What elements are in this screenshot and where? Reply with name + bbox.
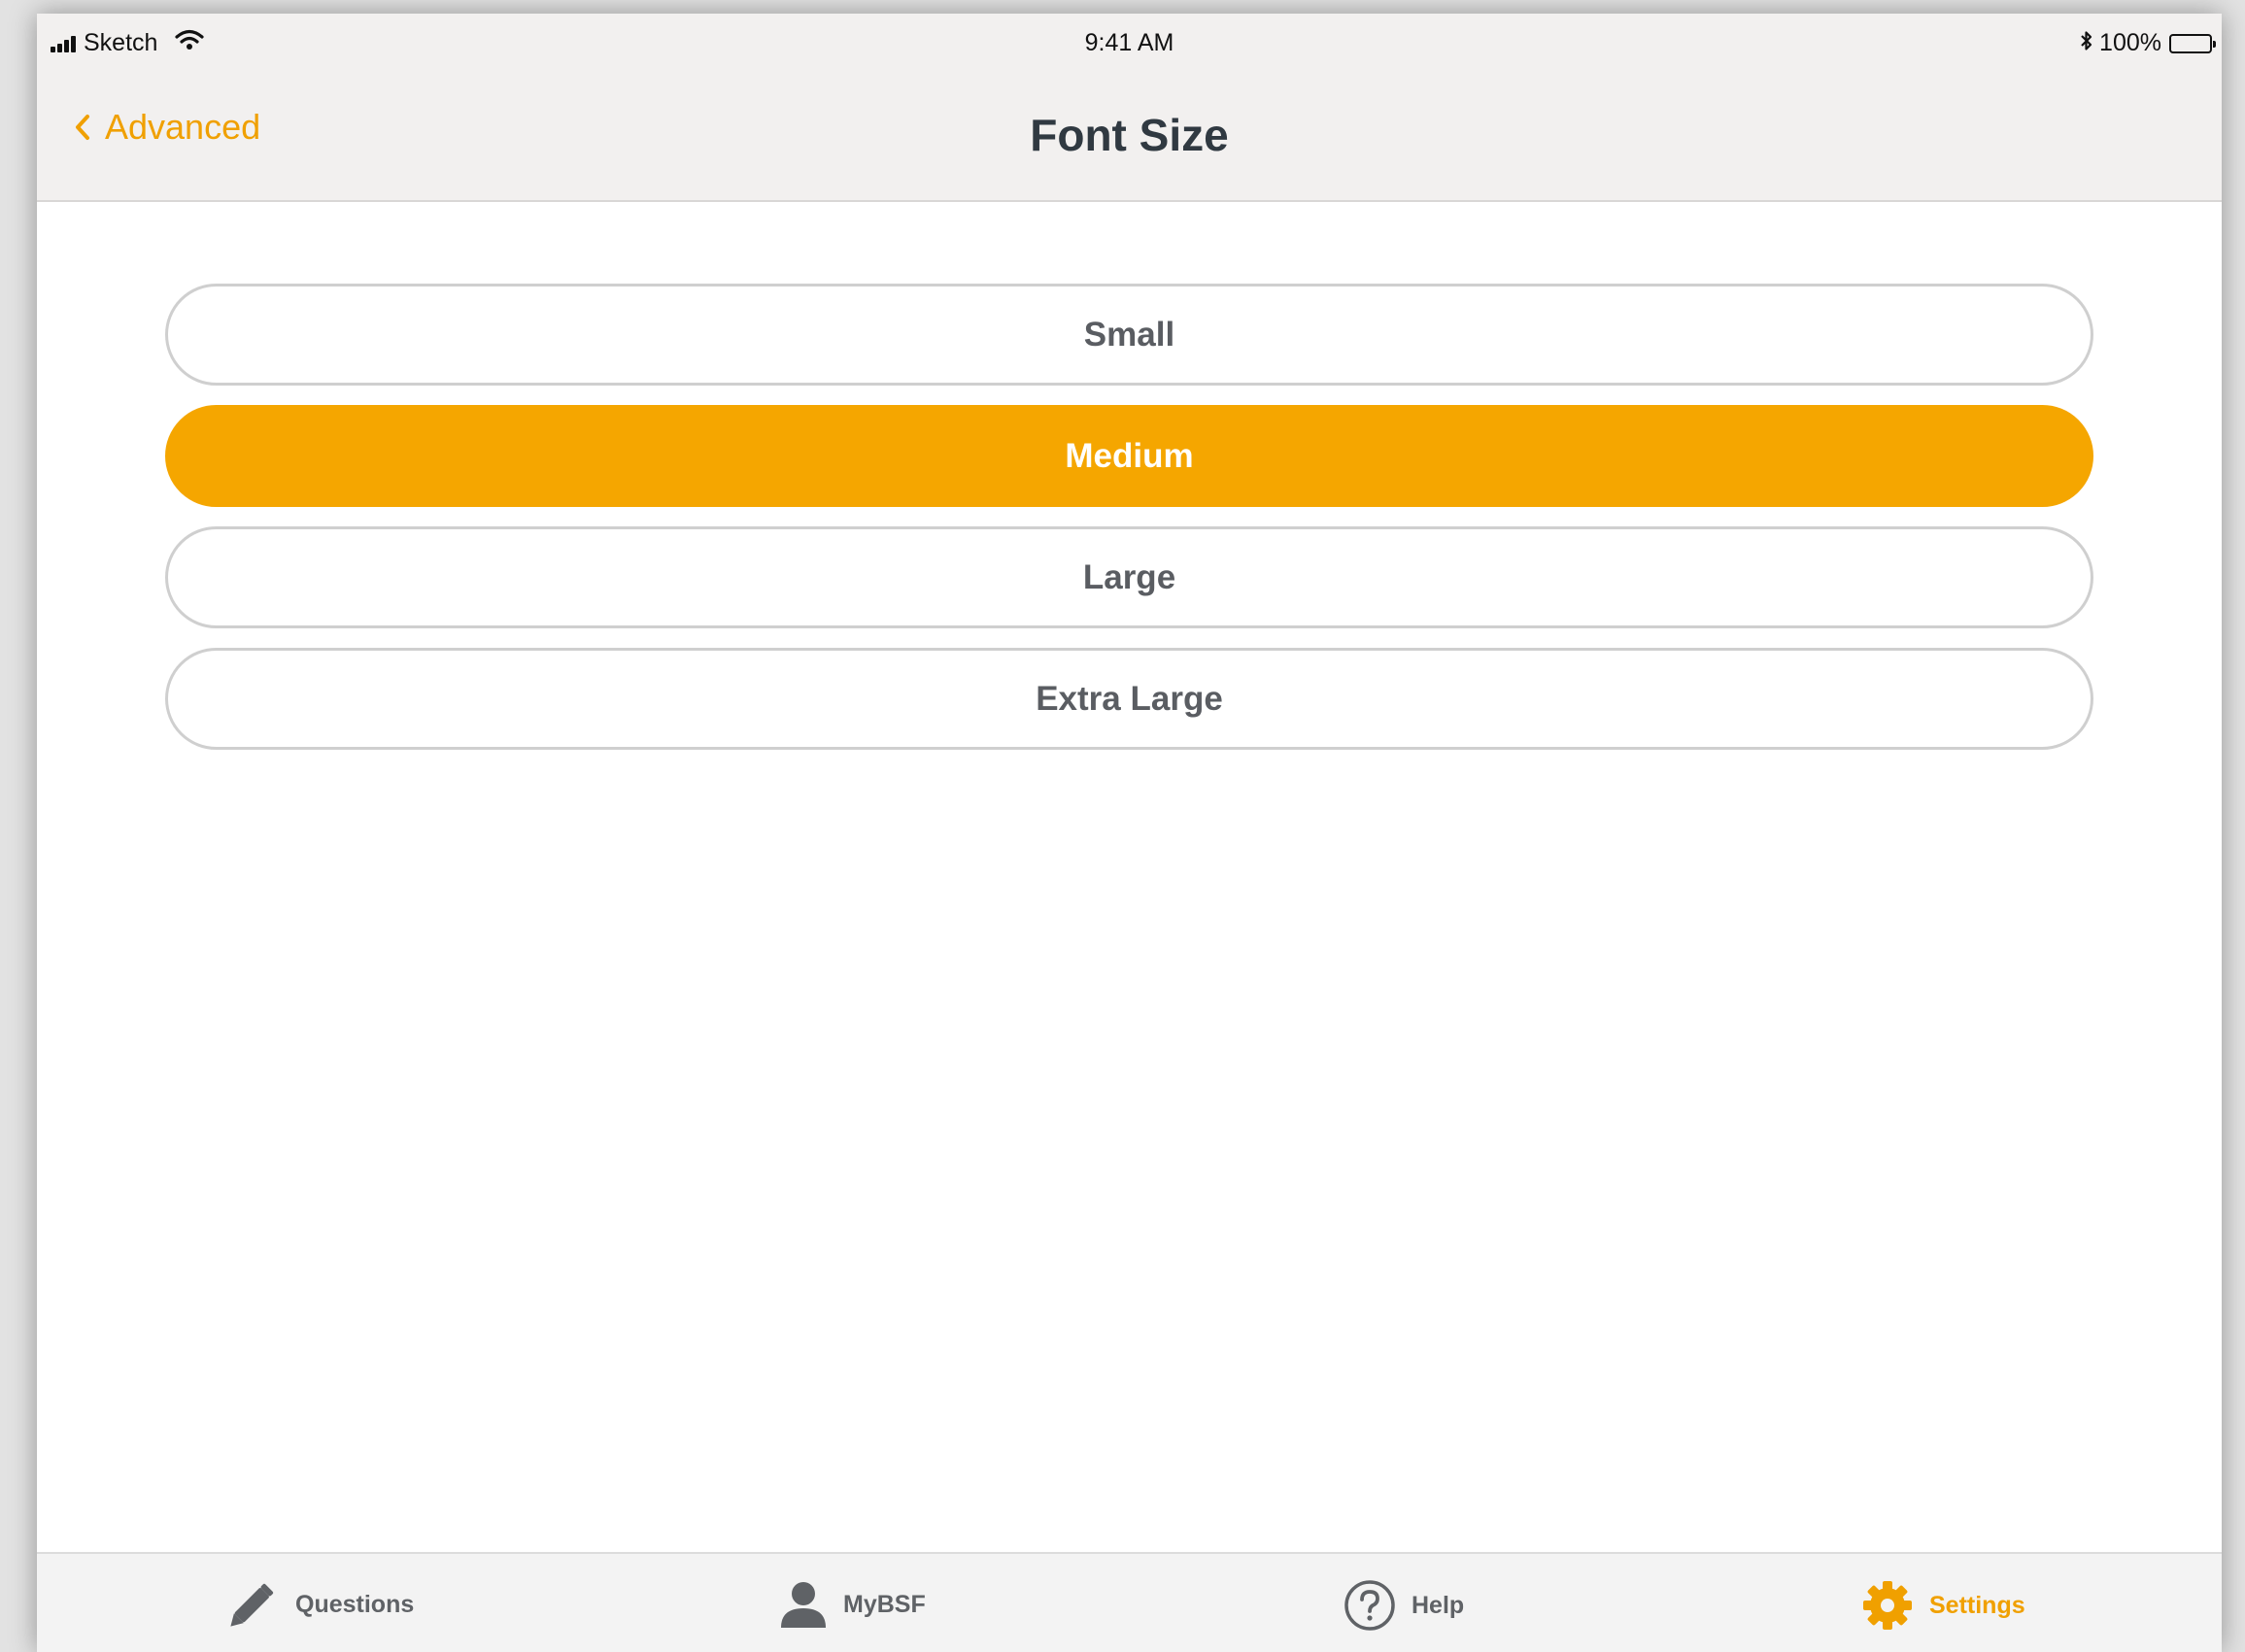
status-time: 9:41 AM [1084,29,1174,56]
font-size-option-large[interactable]: Large [165,526,2093,628]
option-label: Large [1082,557,1176,596]
device-screen: Sketch 9:41 AM 100% Advanced Font Size S… [37,14,2222,1652]
font-size-options: Small Medium Large Extra Large [165,284,2093,769]
gear-icon [1861,1579,1914,1632]
tab-label: Questions [295,1590,415,1618]
tab-help[interactable]: Help [1344,1579,1464,1632]
battery-icon [2169,33,2216,53]
option-label: Extra Large [1036,679,1223,718]
pencil-icon [225,1579,280,1630]
tab-questions[interactable]: Questions [225,1579,414,1630]
tab-label: Settings [1929,1591,2025,1619]
font-size-option-extra-large[interactable]: Extra Large [165,648,2093,750]
option-label: Medium [1065,436,1194,475]
status-right: 100% [2080,28,2216,58]
status-bar: Sketch 9:41 AM 100% [37,14,2222,72]
page-title: Font Size [1030,110,1229,160]
tab-mybsf[interactable]: MyBSF [779,1579,926,1630]
font-size-option-medium[interactable]: Medium [165,405,2093,507]
person-icon [779,1579,828,1630]
tab-label: MyBSF [843,1590,926,1618]
tab-settings[interactable]: Settings [1861,1579,2025,1632]
bluetooth-icon [2080,28,2093,58]
font-size-option-small[interactable]: Small [165,284,2093,386]
tab-label: Help [1412,1591,1465,1619]
navigation-bar: Advanced Font Size [37,72,2222,202]
battery-percentage: 100% [2099,29,2161,56]
help-circle-icon [1344,1579,1396,1632]
option-label: Small [1083,315,1175,354]
tab-bar: Questions MyBSF Help Settings [37,1552,2222,1652]
